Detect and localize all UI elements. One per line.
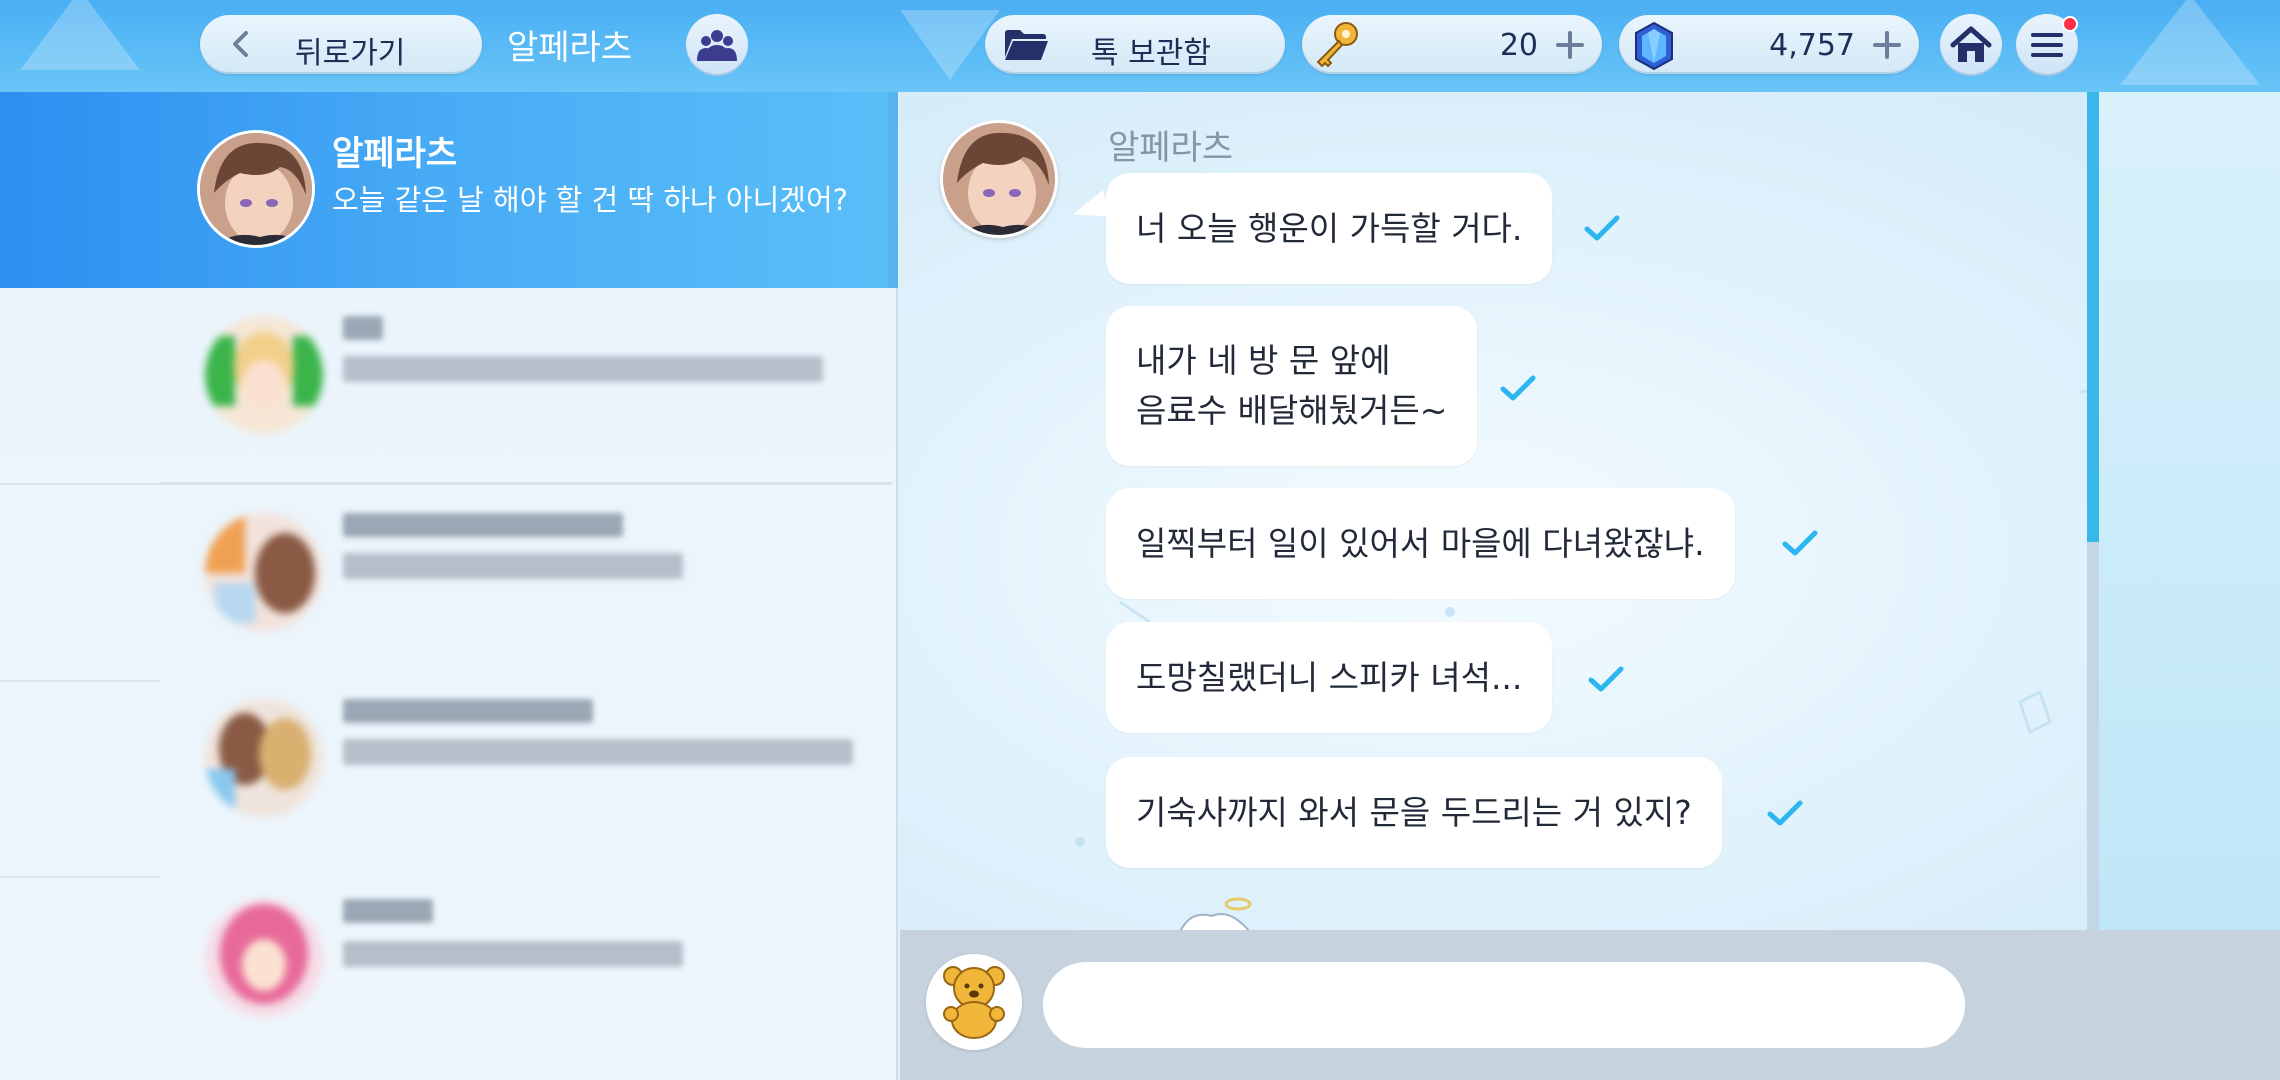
avatar [197, 130, 315, 248]
blurred-preview [343, 739, 853, 765]
message-text: 내가 네 방 문 앞에 [1136, 341, 1391, 380]
folder-icon [1005, 30, 1048, 60]
chevron-left-icon [233, 31, 248, 57]
blurred-preview [343, 356, 823, 382]
key-count: 20 [1499, 28, 1538, 63]
notification-dot [2062, 16, 2078, 32]
page-title: 알페라츠 [507, 28, 633, 68]
sender-name: 알페라츠 [1108, 128, 1234, 168]
chat-list-item[interactable] [0, 681, 898, 878]
chat-list-item[interactable] [0, 288, 898, 485]
avatar [205, 899, 323, 1017]
sticker-button[interactable] [926, 954, 1022, 1050]
back-label: 뒤로가기 [295, 36, 406, 71]
message-bubble: 일찍부터 일이 있어서 마을에 다녀왔잖냐. [1106, 488, 1735, 599]
scrollbar-thumb[interactable] [2087, 92, 2099, 542]
blurred-name [343, 513, 623, 537]
chat-list: 알페라츠 오늘 같은 날 해야 할 건 딱 하나 아니겠어? [0, 92, 898, 1080]
right-edge-panel [2092, 92, 2280, 930]
decor-triangle [20, 0, 140, 70]
decor-triangle [2120, 0, 2260, 85]
message-input[interactable] [1043, 962, 1965, 1048]
message-bubble: 기숙사까지 와서 문을 두드리는 거 있지? [1106, 757, 1722, 868]
check-icon [1767, 800, 1803, 826]
chat-list-item[interactable] [0, 485, 898, 682]
group-button[interactable] [686, 14, 748, 76]
sender-avatar[interactable] [940, 120, 1058, 238]
message-bubble: 도망칠랬더니 스피카 녀석... [1106, 622, 1553, 733]
blurred-preview [343, 941, 683, 967]
gem-count: 4,757 [1769, 28, 1855, 63]
message-bubble: 내가 네 방 문 앞에 음료수 배달해뒀거든~ [1106, 306, 1478, 466]
back-button[interactable]: 뒤로가기 [200, 15, 482, 74]
group-icon [697, 30, 737, 61]
talk-archive-button[interactable]: 톡 보관함 [985, 15, 1285, 74]
blurred-preview [343, 553, 683, 579]
add-gems-button[interactable] [1873, 31, 1901, 59]
chat-item-name: 알페라츠 [332, 134, 458, 174]
check-icon [1500, 375, 1536, 401]
avatar [205, 513, 323, 631]
check-icon [1584, 215, 1620, 241]
message-text: 일찍부터 일이 있어서 마을에 다녀왔잖냐. [1136, 523, 1705, 563]
talk-archive-label: 톡 보관함 [1091, 36, 1211, 71]
chat-list-item-active[interactable]: 알페라츠 오늘 같은 날 해야 할 건 딱 하나 아니겠어? [0, 92, 898, 288]
check-icon [1782, 530, 1818, 556]
key-icon [1316, 22, 1358, 68]
typing-indicator-icon [1178, 897, 1252, 932]
home-button[interactable] [1940, 14, 2002, 76]
message-text: 음료수 배달해뒀거든~ [1136, 391, 1448, 430]
home-icon [1950, 26, 1992, 62]
message-text: 도망칠랬더니 스피카 녀석... [1136, 657, 1523, 697]
gem-currency: 4,757 [1619, 15, 1919, 74]
message-text: 너 오늘 행운이 가득할 거다. [1136, 208, 1523, 248]
avatar [205, 699, 323, 817]
blurred-name [343, 899, 433, 923]
chat-list-item[interactable] [0, 877, 898, 1074]
gem-icon [1635, 21, 1673, 71]
menu-icon [2031, 33, 2063, 57]
blurred-name [343, 699, 593, 723]
blurred-name [343, 316, 383, 340]
message-bubble: 너 오늘 행운이 가득할 거다. [1106, 173, 1553, 284]
avatar [205, 316, 323, 434]
chat-item-preview: 오늘 같은 날 해야 할 건 딱 하나 아니겠어? [332, 183, 849, 217]
add-keys-button[interactable] [1556, 31, 1584, 59]
check-icon [1588, 666, 1624, 692]
message-text: 기숙사까지 와서 문을 두드리는 거 있지? [1136, 792, 1692, 832]
bear-icon [943, 966, 1005, 1039]
key-currency: 20 [1302, 15, 1602, 74]
